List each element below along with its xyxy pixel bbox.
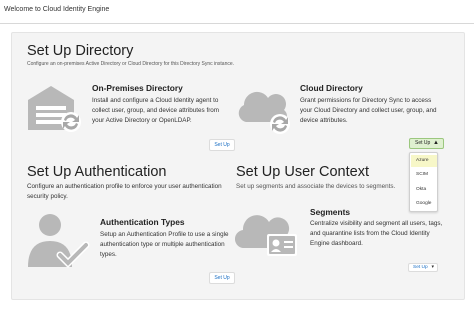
cloud-id-card-icon xyxy=(235,215,297,256)
window-title: Welcome to Cloud Identity Engine xyxy=(4,6,110,13)
cloud-directory-description: Grant permissions for Directory Sync to … xyxy=(300,97,437,124)
menu-item-google[interactable]: Google xyxy=(411,198,437,210)
authentication-subheading: Configure an authentication profile to e… xyxy=(27,183,222,200)
cloud-setup-dropdown[interactable]: Set Up ▲ xyxy=(409,138,444,149)
on-prem-description: Install and configure a Cloud Identity a… xyxy=(92,97,220,124)
title-bar: Welcome to Cloud Identity Engine xyxy=(0,0,474,24)
user-check-icon xyxy=(28,214,90,268)
on-prem-title: On-Premises Directory xyxy=(92,83,183,93)
on-prem-setup-link[interactable]: Set Up xyxy=(209,139,235,151)
authentication-setup-link[interactable]: Set Up xyxy=(209,272,235,284)
menu-item-azure[interactable]: Azure xyxy=(411,155,437,167)
user-context-setup-dropdown[interactable]: Set Up ▾ xyxy=(408,263,438,272)
authentication-heading: Set Up Authentication xyxy=(27,164,167,180)
chevron-down-icon: ▾ xyxy=(431,264,434,270)
directory-heading: Set Up Directory xyxy=(27,43,134,59)
cloud-directory-title: Cloud Directory xyxy=(300,83,363,93)
authentication-types-description: Setup an Authentication Profile to use a… xyxy=(100,231,229,258)
warehouse-sync-icon xyxy=(28,86,81,132)
cloud-sync-icon xyxy=(238,91,290,134)
segments-description: Centralize visibility and segment all us… xyxy=(310,220,443,247)
chevron-up-icon: ▲ xyxy=(433,140,439,146)
directory-subheading: Configure an on-premises Active Director… xyxy=(27,61,235,67)
user-context-heading: Set Up User Context xyxy=(236,164,369,180)
menu-item-scim[interactable]: SCIM xyxy=(411,169,437,181)
menu-item-okta[interactable]: Okta xyxy=(411,184,437,196)
cloud-setup-label: Set Up xyxy=(415,140,431,146)
user-context-subheading: Set up segments and associate the device… xyxy=(236,183,396,190)
segments-title: Segments xyxy=(310,207,351,217)
cloud-setup-menu: Azure SCIM Okta Google xyxy=(409,152,438,212)
authentication-types-title: Authentication Types xyxy=(100,217,185,227)
user-context-setup-label: Set Up xyxy=(413,265,428,270)
